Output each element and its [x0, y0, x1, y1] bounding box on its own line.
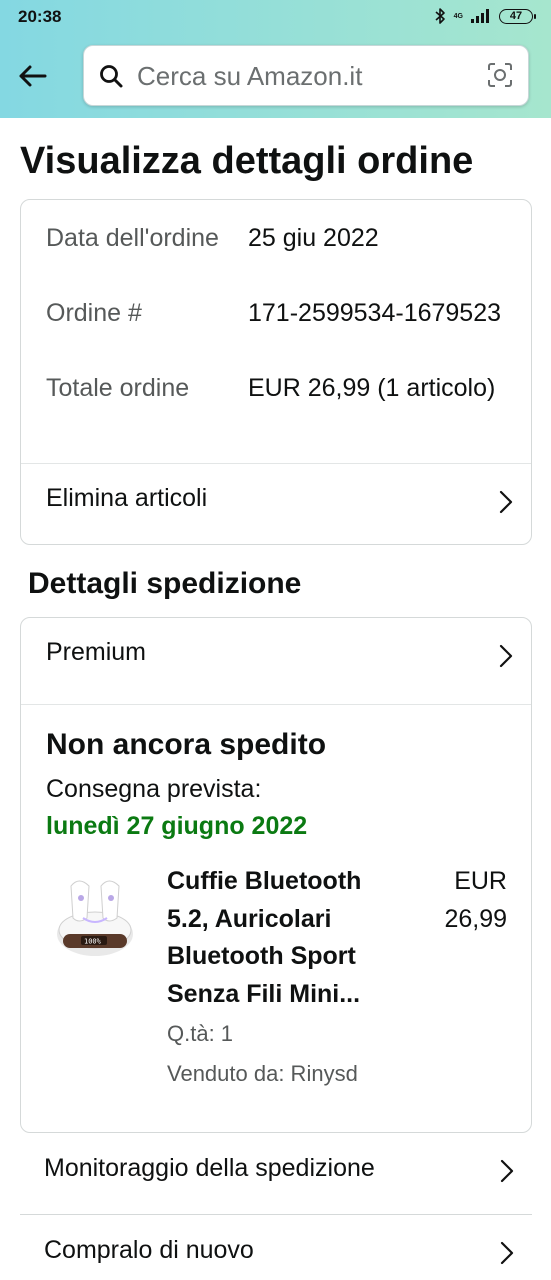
status-time: 20:38 — [18, 7, 62, 26]
app-header: 20:38 4G 47 — [0, 0, 551, 118]
order-number-value: 171-2599534-1679523 — [248, 299, 502, 327]
search-bar[interactable] — [83, 45, 529, 106]
track-shipment-label: Monitoraggio della spedizione — [44, 1154, 375, 1182]
order-date-value: 25 giu 2022 — [248, 224, 379, 252]
shipment-status: Non ancora spedito — [46, 728, 327, 761]
product-seller: Venduto da: Rinysd — [167, 1061, 358, 1086]
shipping-type-label: Premium — [46, 638, 147, 666]
svg-text:100%: 100% — [84, 938, 102, 946]
delete-items-link[interactable]: Elimina articoli — [21, 464, 531, 544]
shipping-type-link[interactable]: Premium — [21, 618, 531, 698]
chevron-right-icon — [500, 1159, 514, 1183]
delivery-date: lunedì 27 giugno 2022 — [46, 812, 308, 840]
camera-icon[interactable] — [486, 61, 514, 89]
order-date-label: Data dell'ordine — [46, 224, 219, 252]
bluetooth-icon — [435, 8, 445, 24]
buy-again-link[interactable]: Compralo di nuovo — [20, 1213, 532, 1280]
search-input[interactable] — [137, 56, 467, 96]
order-total-row: Totale ordine EUR 26,99 (1 articolo) — [46, 370, 516, 445]
order-date-row: Data dell'ordine 25 giu 2022 — [46, 220, 516, 295]
order-total-label: Totale ordine — [46, 374, 190, 402]
order-number-label: Ordine # — [46, 299, 142, 327]
chevron-right-icon — [500, 1241, 514, 1265]
product-quantity: Q.tà: 1 — [167, 1021, 234, 1046]
order-number-row: Ordine # 171-2599534-1679523 — [46, 295, 516, 370]
battery-icon: 47 — [499, 8, 536, 24]
product-title[interactable]: Cuffie Bluetooth 5.2, Auricolari Bluetoo… — [167, 863, 392, 1013]
buy-again-label: Compralo di nuovo — [44, 1236, 254, 1264]
delivery-label: Consegna prevista: — [46, 775, 262, 803]
order-total-value: EUR 26,99 (1 articolo) — [248, 374, 496, 402]
page-title: Visualizza dettagli ordine — [20, 140, 474, 182]
divider — [21, 704, 531, 705]
shipping-section-title: Dettagli spedizione — [28, 567, 302, 600]
network-type: 4G — [453, 12, 463, 20]
signal-icon — [471, 9, 489, 23]
chevron-right-icon — [499, 490, 513, 514]
status-icons: 4G 47 — [434, 7, 536, 25]
chevron-right-icon — [499, 644, 513, 668]
delete-items-label: Elimina articoli — [46, 484, 208, 512]
status-bar: 20:38 4G 47 — [0, 0, 551, 34]
shipping-card: Premium Non ancora spedito Consegna prev… — [20, 617, 532, 1133]
track-shipment-link[interactable]: Monitoraggio della spedizione — [20, 1131, 532, 1213]
back-button[interactable] — [12, 58, 52, 94]
battery-level: 47 — [509, 10, 523, 22]
arrow-left-icon — [19, 65, 47, 87]
product-price: EUR 26,99 — [444, 867, 507, 933]
product-image[interactable]: 100% — [49, 868, 141, 964]
search-icon — [100, 65, 123, 88]
order-summary-card: Data dell'ordine 25 giu 2022 Ordine # 17… — [20, 199, 532, 545]
